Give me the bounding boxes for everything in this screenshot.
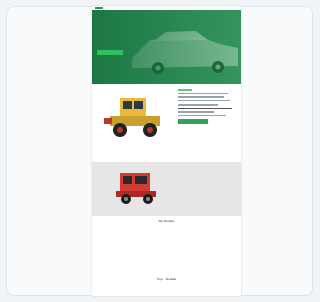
gallery-section — [92, 162, 241, 216]
product-section — [92, 84, 241, 162]
hero-cta-button[interactable] — [97, 50, 123, 55]
red-truck-image — [116, 173, 156, 204]
section-title: Die Modelle — [158, 219, 175, 223]
yellow-truck-image — [104, 98, 160, 137]
hero-banner — [92, 10, 241, 84]
site-logo[interactable] — [95, 7, 103, 9]
page-thumbnail[interactable]: Die Modelle Toys · Modelle — [92, 6, 241, 296]
hero-overlay — [92, 10, 241, 84]
footer-text: Toys · Modelle — [156, 277, 177, 281]
product-cta-button[interactable] — [178, 119, 208, 124]
product-info — [178, 89, 236, 124]
